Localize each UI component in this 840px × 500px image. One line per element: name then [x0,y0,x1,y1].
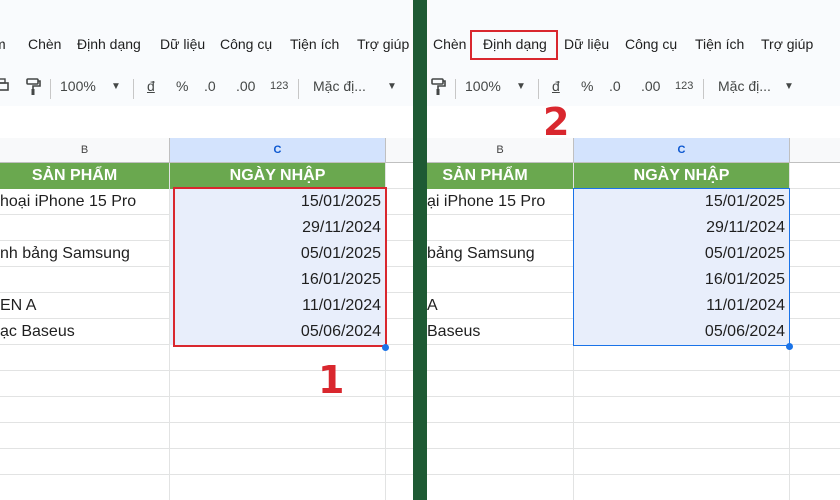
selection-range-box [573,188,790,346]
empty-row [427,397,840,423]
menu-tools[interactable]: Công cụ [220,36,272,52]
header-cell-product[interactable]: SẢN PHẨM [427,163,574,189]
step-number-1: 1 [318,358,345,402]
empty-row [0,345,413,371]
menu-partial-item[interactable]: m [0,36,6,52]
product-cell[interactable]: ại iPhone 15 Pro [427,189,574,215]
menu-format[interactable]: Định dạng [77,36,141,52]
chevron-down-icon[interactable]: ▼ [784,81,794,92]
right-spreadsheet-panel: Chèn Định dạng Dữ liệu Công cụ Tiện ích … [427,0,840,500]
paint-format-icon[interactable] [26,78,42,99]
percent-format-button[interactable]: % [581,78,593,94]
menu-help[interactable]: Trợ giúp [357,36,409,52]
menu-insert[interactable]: Chèn [28,36,61,52]
chevron-down-icon[interactable]: ▼ [387,81,397,92]
header-cell-import-date[interactable]: NGÀY NHẬP [170,163,386,189]
more-formats-button[interactable]: 123 [270,80,288,92]
fill-handle[interactable] [786,343,793,350]
decrease-decimal-button[interactable]: .0 [609,78,621,94]
empty-row [0,423,413,449]
empty-row [427,423,840,449]
increase-decimal-button[interactable]: .00 [641,78,660,94]
empty-row [427,449,840,475]
zoom-select[interactable]: 100% [465,78,501,94]
empty-row [427,371,840,397]
font-select[interactable]: Mặc đị... [718,78,771,94]
product-cell[interactable]: Baseus [427,319,574,345]
column-header-b[interactable]: B [0,138,170,162]
product-cell[interactable]: EN A [0,293,170,319]
header-cell-product[interactable]: SẢN PHẨM [0,163,170,189]
print-icon[interactable] [0,78,10,97]
menu-extensions[interactable]: Tiện ích [290,36,339,52]
empty-row [427,475,840,500]
zoom-select[interactable]: 100% [60,78,96,94]
toolbar-divider [538,79,539,99]
left-spreadsheet-panel: m Chèn Định dạng Dữ liệu Công cụ Tiện íc… [0,0,413,500]
column-headers: B C [0,138,413,163]
product-cell[interactable] [427,215,574,241]
toolbar-divider [133,79,134,99]
fill-handle[interactable] [382,344,389,351]
toolbar-divider [50,79,51,99]
formula-bar-area [427,106,840,138]
product-cell[interactable]: ạc Baseus [0,319,170,345]
more-formats-button[interactable]: 123 [675,80,693,92]
product-cell[interactable]: hoại iPhone 15 Pro [0,189,170,215]
menu-bar: m Chèn Định dạng Dữ liệu Công cụ Tiện íc… [0,0,413,70]
font-select[interactable]: Mặc đị... [313,78,366,94]
header-cell-import-date[interactable]: NGÀY NHẬP [574,163,790,189]
formula-bar-area [0,106,413,138]
column-headers: B C [427,138,840,163]
increase-decimal-button[interactable]: .00 [236,78,255,94]
currency-format-button[interactable]: đ [552,78,560,94]
menu-help[interactable]: Trợ giúp [761,36,813,52]
highlight-selection-box [173,187,387,347]
empty-row [427,345,840,371]
product-cell[interactable]: A [427,293,574,319]
menu-data[interactable]: Dữ liệu [160,36,205,52]
currency-format-button[interactable]: đ [147,78,155,94]
toolbar: 100% ▼ đ % .0 .00 123 Mặc đị... ▼ [0,70,413,106]
format-menu-highlight-box [470,30,558,60]
product-cell[interactable]: nh bảng Samsung [0,241,170,267]
product-cell[interactable] [427,267,574,293]
menu-extensions[interactable]: Tiện ích [695,36,744,52]
table-header-row: SẢN PHẨM NGÀY NHẬP [0,163,413,189]
empty-row [0,475,413,500]
column-header-c[interactable]: C [574,138,790,162]
column-header-c[interactable]: C [170,138,386,162]
table-header-row: SẢN PHẨM NGÀY NHẬP [427,163,840,189]
empty-row [0,371,413,397]
menu-data[interactable]: Dữ liệu [564,36,609,52]
paint-format-icon[interactable] [431,78,447,99]
chevron-down-icon[interactable]: ▼ [111,81,121,92]
chevron-down-icon[interactable]: ▼ [516,81,526,92]
empty-row [0,397,413,423]
menu-tools[interactable]: Công cụ [625,36,677,52]
product-cell[interactable] [0,215,170,241]
toolbar-divider [455,79,456,99]
toolbar-divider [298,79,299,99]
toolbar-divider [703,79,704,99]
decrease-decimal-button[interactable]: .0 [204,78,216,94]
product-cell[interactable]: bảng Samsung [427,241,574,267]
column-header-b[interactable]: B [427,138,574,162]
empty-row [0,449,413,475]
panel-divider [413,0,427,500]
product-cell[interactable] [0,267,170,293]
menu-insert[interactable]: Chèn [433,36,466,52]
percent-format-button[interactable]: % [176,78,188,94]
toolbar: 100% ▼ đ % .0 .00 123 Mặc đị... ▼ [427,70,840,106]
